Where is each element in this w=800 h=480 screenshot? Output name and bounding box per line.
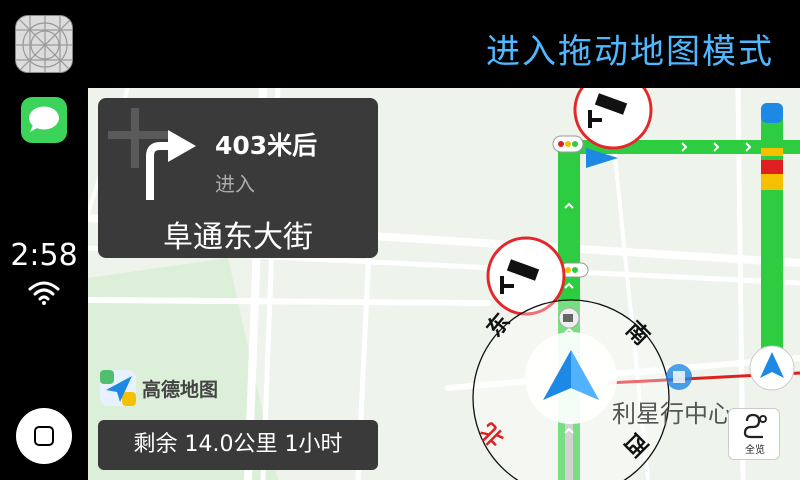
road-name: 阜通东大街 [163, 220, 313, 255]
amap-logo: 高德地图 [98, 368, 218, 408]
turn-right-arrow-icon [108, 108, 198, 203]
home-button[interactable] [16, 408, 72, 464]
drag-map-mode-button[interactable]: 进入拖动地图模式 [486, 24, 774, 73]
guidance-card[interactable]: 403米后 进入 阜通东大街 [98, 98, 378, 258]
overview-label: 全览 [745, 445, 765, 456]
overview-button[interactable]: 全览 [728, 408, 780, 460]
turn-action: 进入 [215, 172, 255, 196]
amap-logo-text: 高德地图 [142, 378, 219, 401]
poi-label: 利星行中心 [612, 400, 732, 428]
clock: 2:58 [10, 238, 78, 273]
route-overview-icon [743, 413, 767, 439]
turn-distance: 403米后 [215, 131, 318, 160]
amap-logo-icon [100, 370, 136, 406]
carplay-sidebar: 2:58 [0, 0, 88, 480]
top-bar: 进入拖动地图模式 [88, 0, 800, 88]
home-square-icon [34, 426, 54, 446]
remaining-distance-time: 剩余 14.0公里 1小时 [98, 420, 378, 470]
messages-app-icon[interactable] [21, 97, 67, 143]
wifi-icon [28, 280, 60, 306]
maps-app-icon[interactable] [15, 15, 73, 73]
speed-camera-icon [573, 88, 653, 150]
